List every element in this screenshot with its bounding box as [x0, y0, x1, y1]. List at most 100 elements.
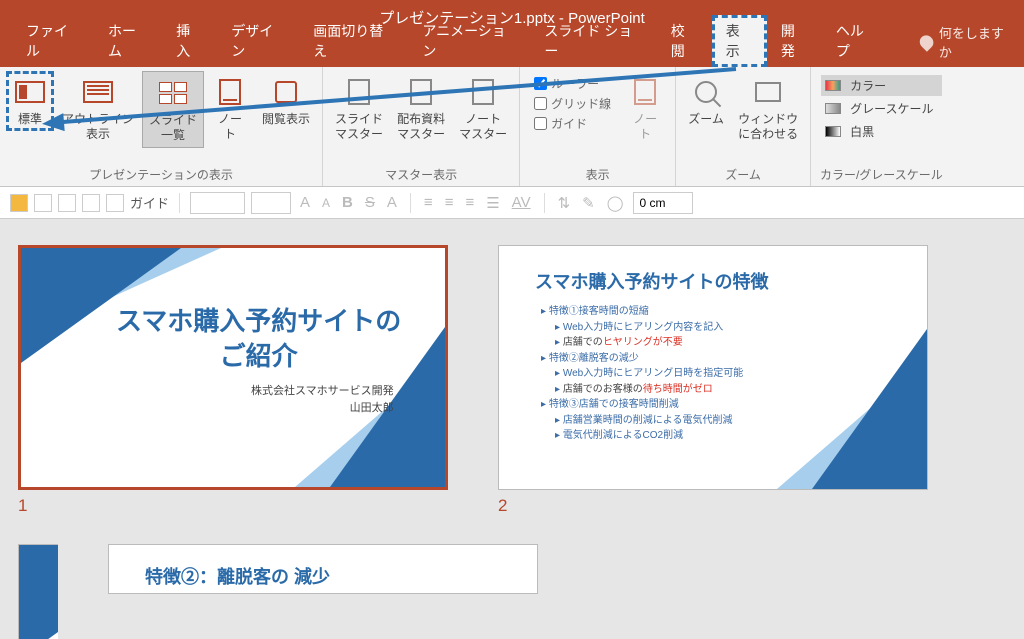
tab-file[interactable]: ファイル [12, 15, 94, 67]
group-master-views: スライド マスター 配布資料 マスター ノート マスター マスター表示 [323, 67, 520, 186]
slide-master-label: スライド マスター [335, 112, 383, 142]
grayscale-swatch-icon [825, 103, 841, 114]
notes-master-button[interactable]: ノート マスター [453, 71, 513, 146]
qat-guide-checkbox[interactable] [106, 194, 124, 212]
slide-thumbnail-4[interactable]: 特徴②：離脱客の 減少 [108, 544, 538, 639]
bullets-icon[interactable]: ☰ [483, 194, 502, 212]
bulb-icon [917, 32, 936, 51]
guides-label: ガイド [551, 115, 587, 132]
slide-thumbnail-2[interactable]: スマホ購入予約サイトの特徴 特徴①接客時間の短縮 Web入力時にヒアリング内容を… [498, 245, 928, 516]
separator [544, 193, 545, 213]
fit-window-button[interactable]: ウィンドウ に合わせる [732, 71, 804, 146]
slide-thumbnail-3[interactable]: 3 [18, 544, 58, 639]
qat-reset-icon[interactable] [58, 194, 76, 212]
normal-view-icon [15, 81, 45, 103]
font-color-icon[interactable]: A [384, 194, 400, 211]
tab-insert[interactable]: 挿入 [162, 15, 217, 67]
slide1-title: スマホ購入予約サイトの ご紹介 [116, 304, 401, 374]
slide2-body: 特徴①接客時間の短縮 Web入力時にヒアリング内容を記入 店舗でのヒヤリングが不… [541, 304, 743, 444]
tab-transitions[interactable]: 画面切り替え [299, 15, 408, 67]
color-mode-list: カラー グレースケール 白黒 [817, 71, 945, 146]
qat-section-icon[interactable] [10, 194, 28, 212]
bw-swatch-icon [825, 126, 841, 137]
fit-window-label: ウィンドウ に合わせる [738, 112, 798, 142]
color-mode-color-label: カラー [846, 76, 890, 95]
slide-number: 1 [18, 496, 448, 516]
font-name-dropdown[interactable] [190, 192, 245, 214]
notes-master-label: ノート マスター [459, 112, 507, 142]
color-mode-grayscale-label: グレースケール [846, 99, 937, 118]
slide-thumbnail-1[interactable]: スマホ購入予約サイトの ご紹介 株式会社スマホサービス開発 山田太郎 1 [18, 245, 448, 516]
position-input[interactable] [633, 192, 693, 214]
shape-effects-icon[interactable]: ◯ [604, 194, 627, 212]
tab-animations[interactable]: アニメーション [408, 15, 530, 67]
tab-help[interactable]: ヘルプ [822, 15, 891, 67]
group-label-master-views: マスター表示 [385, 164, 457, 186]
annotation-arrow-head [41, 113, 64, 133]
notes-master-icon [472, 79, 494, 105]
slide2-title: スマホ購入予約サイトの特徴 [535, 268, 768, 294]
notes-pane-label: ノー ト [633, 112, 657, 142]
color-mode-grayscale[interactable]: グレースケール [821, 98, 941, 119]
gridlines-label: グリッド線 [551, 95, 611, 112]
qat-layout-icon[interactable] [34, 194, 52, 212]
zoom-label: ズーム [688, 112, 724, 127]
decrease-font-icon[interactable]: A [319, 196, 333, 210]
notes-page-icon [219, 79, 241, 105]
slide-sorter-label: スライド 一覧 [149, 113, 197, 143]
qat-delete-icon[interactable] [82, 194, 100, 212]
font-size-dropdown[interactable] [251, 192, 291, 214]
handout-master-button[interactable]: 配布資料 マスター [391, 71, 451, 146]
slide-master-button[interactable]: スライド マスター [329, 71, 389, 146]
bold-icon[interactable]: B [339, 194, 356, 211]
reading-view-icon [275, 81, 297, 103]
slide-number: 2 [498, 496, 928, 516]
outline-view-button[interactable]: アウトライン 表示 [56, 71, 140, 146]
align-right-icon[interactable]: ≡ [462, 194, 477, 211]
zoom-icon [695, 81, 717, 103]
notes-pane-icon [634, 79, 656, 105]
group-label-show: 表示 [586, 164, 610, 186]
reading-view-label: 閲覧表示 [262, 112, 310, 127]
format-painter-icon[interactable]: ✎ [579, 194, 598, 212]
slide1-subtitle: 株式会社スマホサービス開発 山田太郎 [251, 383, 394, 416]
qat-guide-label: ガイド [130, 193, 169, 212]
tab-review[interactable]: 校閲 [657, 15, 712, 67]
notes-pane-button[interactable]: ノー ト [621, 71, 669, 146]
group-label-presentation-views: プレゼンテーションの表示 [89, 164, 233, 186]
character-spacing-icon[interactable]: AV [509, 194, 534, 211]
tell-me-label: 何をしますか [939, 23, 1014, 61]
gridlines-checkbox[interactable]: グリッド線 [534, 95, 611, 112]
group-label-zoom: ズーム [725, 164, 761, 186]
fit-window-icon [755, 82, 781, 102]
tab-view[interactable]: 表示 [712, 15, 767, 67]
group-label-color-grayscale: カラー/グレースケール [820, 164, 943, 186]
notes-page-label: ノー ト [218, 112, 242, 142]
tell-me[interactable]: 何をしますか [910, 17, 1024, 67]
ribbon-tabs: ファイル ホーム 挿入 デザイン 画面切り替え アニメーション スライド ショー… [0, 35, 1024, 67]
slide-sorter-area[interactable]: スマホ購入予約サイトの ご紹介 株式会社スマホサービス開発 山田太郎 1 スマホ… [0, 219, 1024, 639]
tab-design[interactable]: デザイン [217, 15, 299, 67]
align-left-icon[interactable]: ≡ [421, 194, 436, 211]
arrange-icon[interactable]: ⇅ [555, 194, 574, 212]
group-color-grayscale: カラー グレースケール 白黒 カラー/グレースケール [811, 67, 951, 186]
slide-sorter-icon [159, 82, 187, 104]
slide4-title: 特徴②：離脱客の 減少 [145, 563, 330, 589]
color-mode-color[interactable]: カラー [821, 75, 941, 96]
align-center-icon[interactable]: ≡ [442, 194, 457, 211]
tab-developer[interactable]: 開発 [767, 15, 822, 67]
handout-master-label: 配布資料 マスター [397, 112, 445, 142]
quick-access-row: ガイド A A B S A ≡ ≡ ≡ ☰ AV ⇅ ✎ ◯ [0, 187, 1024, 219]
normal-view-label: 標準 [18, 112, 42, 127]
strikethrough-icon[interactable]: S [362, 194, 378, 211]
group-zoom: ズーム ウィンドウ に合わせる ズーム [676, 67, 811, 186]
color-mode-bw[interactable]: 白黒 [821, 121, 941, 142]
increase-font-icon[interactable]: A [297, 194, 313, 211]
tab-home[interactable]: ホーム [94, 15, 162, 67]
outline-view-icon [83, 81, 113, 103]
separator [179, 193, 180, 213]
zoom-button[interactable]: ズーム [682, 71, 730, 131]
color-mode-bw-label: 白黒 [846, 122, 878, 141]
tab-slideshow[interactable]: スライド ショー [530, 15, 656, 67]
guides-checkbox[interactable]: ガイド [534, 115, 611, 132]
